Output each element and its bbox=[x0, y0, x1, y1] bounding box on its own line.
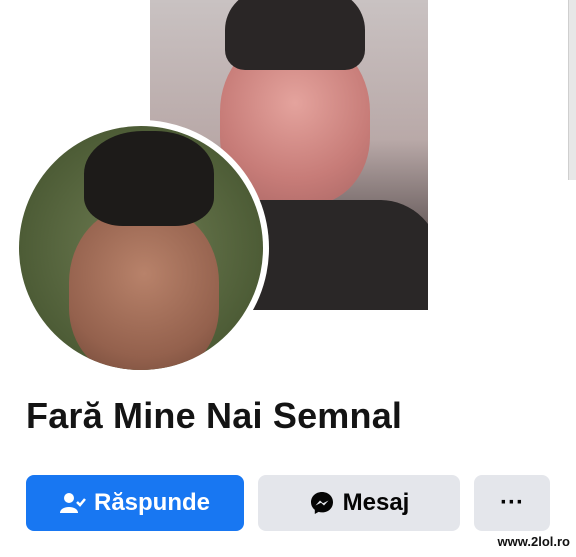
cover-hair bbox=[225, 0, 365, 70]
messenger-icon bbox=[309, 490, 335, 516]
reply-label: Răspunde bbox=[93, 489, 210, 516]
message-label: Mesaj bbox=[342, 489, 410, 516]
watermark: www.2lol.ro bbox=[497, 534, 570, 549]
message-button[interactable]: Mesaj bbox=[258, 475, 460, 531]
ellipsis-icon: ··· bbox=[500, 489, 524, 516]
person-check-icon bbox=[59, 491, 86, 515]
avatar-hair bbox=[84, 131, 214, 226]
profile-avatar[interactable] bbox=[19, 126, 263, 370]
scrollbar[interactable] bbox=[568, 0, 576, 180]
more-button[interactable]: ··· bbox=[474, 475, 550, 531]
reply-button[interactable]: Răspunde bbox=[26, 475, 244, 531]
profile-name: Fară Mine Nai Semnal bbox=[26, 395, 403, 436]
avatar-face bbox=[69, 206, 219, 370]
